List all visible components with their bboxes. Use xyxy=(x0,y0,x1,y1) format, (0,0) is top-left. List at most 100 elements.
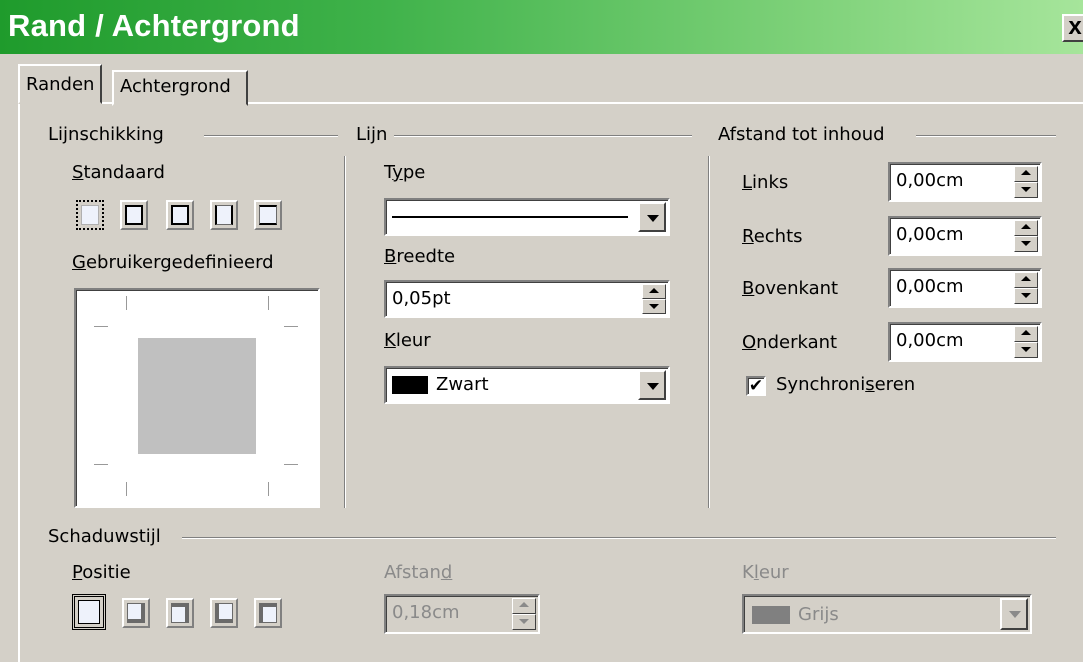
close-button[interactable]: x xyxy=(1062,14,1083,42)
shadow-bottom-left-button[interactable] xyxy=(210,598,238,628)
spin-down-button[interactable] xyxy=(512,614,536,630)
spin-down-button[interactable] xyxy=(1014,182,1038,198)
color-swatch-gray xyxy=(752,606,790,624)
color-swatch-black xyxy=(392,376,428,394)
line-width-spinbox[interactable]: 0,05pt xyxy=(384,280,670,318)
shadow-separator xyxy=(182,537,1056,539)
preview-guide-tick xyxy=(126,482,127,496)
left-spacing-spinner[interactable] xyxy=(1014,166,1038,198)
spin-down-button[interactable] xyxy=(1014,288,1038,304)
right-spacing-spinbox[interactable]: 0,00cm xyxy=(888,216,1042,256)
line-width-spinner[interactable] xyxy=(642,284,666,314)
tab-randen-label: Randen xyxy=(26,74,95,95)
top-spacing-label-rest: ovenkant xyxy=(754,278,839,299)
shadow-distance-spinner[interactable] xyxy=(512,598,536,630)
top-spacing-spinbox[interactable]: 0,00cm xyxy=(888,268,1042,308)
user-defined-label: Gebruikergedefinieerd xyxy=(72,252,274,273)
spin-up-button[interactable] xyxy=(642,284,666,299)
chevron-down-icon xyxy=(647,383,659,390)
spin-up-button[interactable] xyxy=(1014,220,1038,236)
preset-left-right-button[interactable] xyxy=(210,200,238,230)
left-spacing-label-rest: inks xyxy=(752,172,789,193)
spin-down-button[interactable] xyxy=(642,299,666,314)
preset-no-borders-button[interactable] xyxy=(76,200,104,230)
spin-up-button[interactable] xyxy=(1014,166,1038,182)
shadow-color-dropdown-button[interactable] xyxy=(1000,598,1028,630)
shadow-bottom-left-icon xyxy=(215,603,233,623)
line-type-dropdown[interactable] xyxy=(384,198,670,236)
left-spacing-spinbox[interactable]: 0,00cm xyxy=(888,162,1042,202)
spin-up-button[interactable] xyxy=(1014,326,1038,342)
shadow-position-label-rest: ositie xyxy=(82,562,131,583)
top-spacing-label: Bovenkant xyxy=(742,278,839,299)
chevron-down-icon xyxy=(1009,611,1021,618)
type-label: Type xyxy=(384,162,426,183)
line-color-dropdown[interactable]: Zwart xyxy=(384,366,670,404)
preset-box-border-icon xyxy=(125,205,143,225)
checkmark-icon: ✔ xyxy=(748,376,764,396)
arrow-up-icon xyxy=(649,288,659,293)
shadow-bottom-right-button[interactable] xyxy=(122,598,150,628)
preset-top-bottom-button[interactable] xyxy=(254,200,282,230)
line-type-dropdown-button[interactable] xyxy=(638,202,666,232)
bottom-spacing-label: Onderkant xyxy=(742,332,838,353)
preset-left-right-icon xyxy=(215,205,233,225)
shadow-distance-spinbox[interactable]: 0,18cm xyxy=(384,594,540,634)
arrow-down-icon xyxy=(1021,293,1031,298)
bottom-spacing-spinbox[interactable]: 0,00cm xyxy=(888,322,1042,362)
line-arrangement-separator xyxy=(204,135,338,137)
tab-randen[interactable]: Randen xyxy=(18,64,103,104)
left-spacing-label: Links xyxy=(742,172,789,193)
synchronize-label-a: Synchroni xyxy=(776,374,866,395)
bottom-spacing-label-rest: nderkant xyxy=(756,332,838,353)
line-arrangement-heading: Lijnschikking xyxy=(48,124,164,145)
top-spacing-value: 0,00cm xyxy=(896,276,964,297)
column-separator-1 xyxy=(344,156,346,508)
preview-guide-tick xyxy=(94,326,108,327)
bottom-spacing-spinner[interactable] xyxy=(1014,326,1038,358)
synchronize-label[interactable]: Synchroniseren xyxy=(776,374,915,395)
spin-down-button[interactable] xyxy=(1014,236,1038,252)
column-separator-2 xyxy=(708,156,710,508)
spin-down-button[interactable] xyxy=(1014,342,1038,358)
spin-up-button[interactable] xyxy=(1014,272,1038,288)
shadow-color-value: Grijs xyxy=(798,604,839,625)
line-type-sample xyxy=(392,216,628,218)
shadow-top-left-button[interactable] xyxy=(254,598,282,628)
line-color-value: Zwart xyxy=(436,374,489,395)
synchronize-checkbox[interactable]: ✔ xyxy=(746,376,766,396)
shadow-color-label-b: eur xyxy=(758,562,789,583)
shadow-position-label: Positie xyxy=(72,562,131,583)
top-spacing-spinner[interactable] xyxy=(1014,272,1038,304)
line-width-value: 0,05pt xyxy=(392,288,451,309)
arrow-down-icon xyxy=(1021,347,1031,352)
preview-content-area xyxy=(138,338,256,454)
spacing-separator xyxy=(916,135,1056,137)
shadow-top-right-button[interactable] xyxy=(166,598,194,628)
arrow-up-icon xyxy=(1021,276,1031,281)
shadow-color-label-a: K xyxy=(742,562,754,583)
shadow-none-icon xyxy=(78,600,100,624)
title-bar: Rand / Achtergrond x xyxy=(0,0,1083,54)
preset-box-border-button[interactable] xyxy=(120,200,148,230)
line-separator xyxy=(394,135,692,137)
shadow-bottom-right-icon xyxy=(127,603,145,623)
arrow-up-icon xyxy=(1021,170,1031,175)
window-title: Rand / Achtergrond xyxy=(8,8,300,43)
shadow-none-button[interactable] xyxy=(72,594,106,630)
synchronize-label-b: eren xyxy=(874,374,916,395)
shadow-color-dropdown[interactable]: Grijs xyxy=(742,594,1032,634)
right-spacing-spinner[interactable] xyxy=(1014,220,1038,252)
preview-guide-tick xyxy=(94,464,108,465)
line-color-dropdown-button[interactable] xyxy=(638,370,666,400)
shadow-color-label: Kleur xyxy=(742,562,789,583)
tab-achtergrond[interactable]: Achtergrond xyxy=(112,70,248,106)
arrow-down-icon xyxy=(1021,241,1031,246)
user-defined-border-preview[interactable] xyxy=(74,288,320,508)
preview-guide-tick xyxy=(268,296,269,310)
shadow-distance-label: Afstand xyxy=(384,562,453,583)
preset-outer-border-button[interactable] xyxy=(166,200,194,230)
arrow-up-icon xyxy=(519,602,529,607)
spin-up-button[interactable] xyxy=(512,598,536,614)
left-spacing-value: 0,00cm xyxy=(896,170,964,191)
